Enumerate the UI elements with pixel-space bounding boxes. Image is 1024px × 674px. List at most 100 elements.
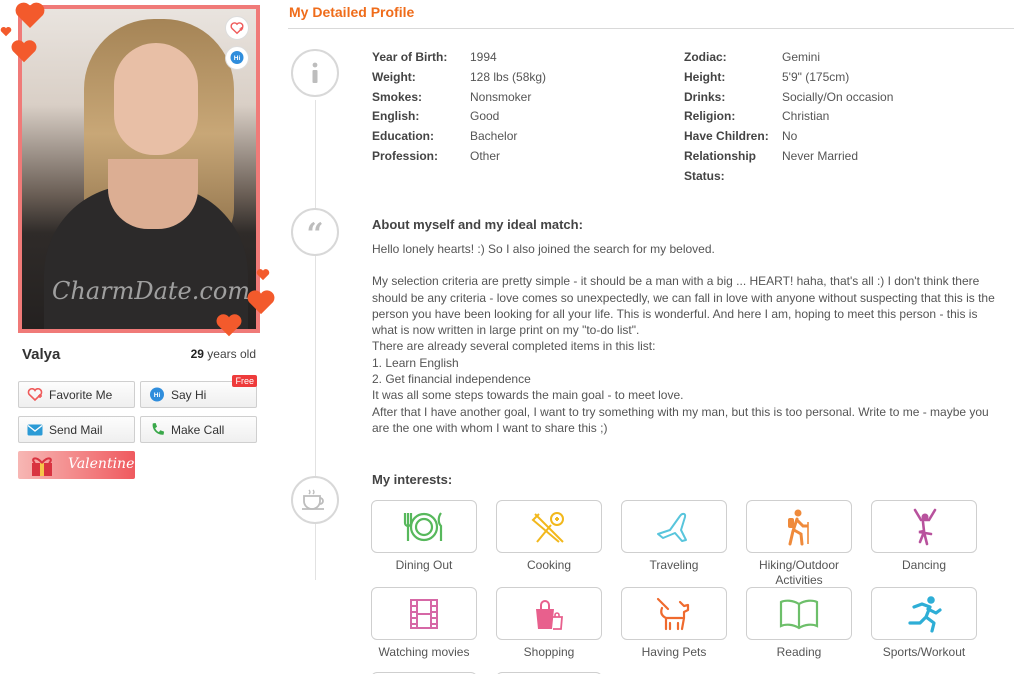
about-paragraph: 2. Get financial independence xyxy=(372,372,531,387)
interest-dancing[interactable]: Dancing xyxy=(871,500,979,573)
make-call-label: Make Call xyxy=(171,422,225,437)
detail-value: Good xyxy=(470,109,500,123)
gift-icon xyxy=(32,457,52,476)
detail-value: Socially/On occasion xyxy=(782,90,894,104)
profile-name: Valya xyxy=(22,346,61,363)
detail-label: Education: xyxy=(372,129,434,143)
pet-icon xyxy=(656,597,690,630)
running-icon xyxy=(908,595,942,633)
about-text: Hello lonely hearts! :) So I also joined… xyxy=(372,241,998,436)
quote-icon: “ xyxy=(291,208,339,256)
interest-label: Having Pets xyxy=(641,645,707,659)
about-paragraph: There are already several completed item… xyxy=(372,339,656,354)
detail-label: Year of Birth: xyxy=(372,50,448,64)
interest-hiking[interactable]: Hiking/Outdoor Activities xyxy=(746,500,854,588)
profile-age: 29 years old xyxy=(160,347,256,361)
detail-label: Drinks: xyxy=(684,90,726,104)
film-icon xyxy=(410,598,438,629)
detail-value: Gemini xyxy=(782,50,821,64)
make-call-button[interactable]: Make Call xyxy=(140,416,257,443)
interest-label: Reading xyxy=(776,645,822,659)
interest-label: Shopping xyxy=(523,645,575,659)
heart-icon xyxy=(247,290,275,315)
profile-page: CharmDate.com Hi Valya 29 years old Favo… xyxy=(0,0,1024,674)
detail-label: Religion: xyxy=(684,109,736,123)
dancing-icon xyxy=(913,508,937,545)
interest-cooking[interactable]: Cooking xyxy=(496,500,604,573)
valentine-banner[interactable]: Valentine xyxy=(18,451,135,479)
heart-plus-icon[interactable] xyxy=(225,16,249,40)
book-icon xyxy=(779,599,819,629)
interest-shopping[interactable]: Shopping xyxy=(496,587,604,660)
interest-having-pets[interactable]: Having Pets xyxy=(621,587,729,660)
profile-sidebar: CharmDate.com Hi Valya 29 years old Favo… xyxy=(0,0,280,674)
age-value: 29 xyxy=(190,347,204,361)
favorite-me-button[interactable]: Favorite Me xyxy=(18,381,135,408)
interest-label: Hiking/Outdoor Activities xyxy=(758,558,840,587)
interest-label: Sports/Workout xyxy=(882,645,966,659)
detail-label: Weight: xyxy=(372,70,416,84)
favorite-me-label: Favorite Me xyxy=(49,387,113,402)
about-paragraph: It was all some steps towards the main g… xyxy=(372,388,684,403)
svg-text:Hi: Hi xyxy=(154,392,161,399)
heart-icon xyxy=(15,2,45,28)
send-mail-label: Send Mail xyxy=(49,422,103,437)
interest-reading[interactable]: Reading xyxy=(746,587,854,660)
say-hi-bubble-icon: Hi xyxy=(149,387,165,403)
phone-icon xyxy=(149,422,165,438)
interest-watching-movies[interactable]: Watching movies xyxy=(371,587,479,660)
svg-text:Hi: Hi xyxy=(234,55,241,62)
free-badge: Free xyxy=(232,375,257,387)
valentine-label: Valentine xyxy=(68,456,135,472)
heart-icon xyxy=(216,314,242,337)
detail-value: 128 lbs (58kg) xyxy=(470,70,547,84)
about-paragraph: 1. Learn English xyxy=(372,355,459,370)
about-paragraph xyxy=(372,257,998,273)
interest-dining-out[interactable]: Dining Out xyxy=(371,500,479,573)
heart-plus-icon xyxy=(27,387,43,403)
detail-label: Smokes: xyxy=(372,90,423,104)
interest-traveling[interactable]: Traveling xyxy=(621,500,729,573)
interest-label: Traveling xyxy=(649,558,699,572)
say-hi-label: Say Hi xyxy=(171,387,207,402)
say-hi-button[interactable]: Hi Say Hi Free xyxy=(140,375,257,408)
detail-label: English: xyxy=(372,109,420,123)
detail-value: Never Married xyxy=(782,149,859,163)
about-title: About myself and my ideal match: xyxy=(372,217,583,232)
interest-label: Dancing xyxy=(901,558,947,572)
age-suffix: years old xyxy=(203,347,256,361)
profile-photo[interactable]: CharmDate.com xyxy=(18,5,260,333)
detail-label: Profession: xyxy=(372,149,439,163)
interest-label: Cooking xyxy=(526,558,572,572)
detail-label: Status: xyxy=(684,169,725,183)
heart-icon xyxy=(256,269,270,281)
detail-label: Relationship xyxy=(684,149,757,163)
coffee-cup-icon xyxy=(291,476,339,524)
heart-icon xyxy=(0,26,12,37)
detail-value: Nonsmoker xyxy=(470,90,532,104)
detail-value: Other xyxy=(470,149,501,163)
interest-label: Dining Out xyxy=(395,558,453,572)
cooking-icon xyxy=(531,511,564,543)
plane-icon xyxy=(657,512,687,542)
detail-value: No xyxy=(782,129,798,143)
detail-label: Zodiac: xyxy=(684,50,727,64)
dining-icon xyxy=(403,511,443,541)
say-hi-bubble-icon[interactable]: Hi xyxy=(225,46,249,70)
interest-label: Watching movies xyxy=(378,645,470,659)
about-paragraph: My selection criteria are pretty simple … xyxy=(372,274,995,338)
section-divider xyxy=(288,28,1014,29)
hiking-icon xyxy=(788,509,809,545)
detail-value: 5'9" (175cm) xyxy=(782,70,850,84)
mail-icon xyxy=(27,422,43,438)
detail-value: Christian xyxy=(782,109,830,123)
info-icon xyxy=(291,49,339,97)
about-paragraph: After that I have another goal, I want t… xyxy=(372,404,989,435)
send-mail-button[interactable]: Send Mail xyxy=(18,416,135,443)
shopping-bag-icon xyxy=(536,599,563,630)
detail-label: Height: xyxy=(684,70,726,84)
svg-text:“: “ xyxy=(306,222,323,242)
interest-sports-workout[interactable]: Sports/Workout xyxy=(871,587,979,660)
section-title: My Detailed Profile xyxy=(289,4,415,20)
about-paragraph: Hello lonely hearts! :) So I also joined… xyxy=(372,242,715,256)
